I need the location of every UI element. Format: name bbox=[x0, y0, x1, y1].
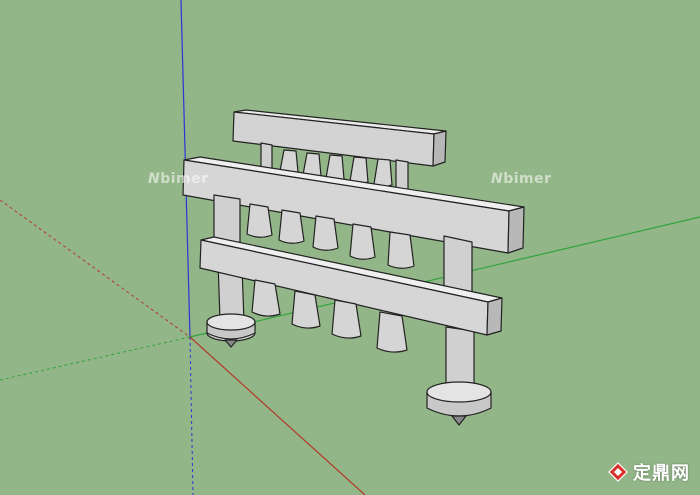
red-axis bbox=[189, 336, 366, 495]
green-axis-negative bbox=[0, 336, 191, 381]
left-base bbox=[206, 313, 256, 348]
red-axis-negative bbox=[0, 199, 191, 338]
blue-axis-negative bbox=[189, 336, 194, 495]
brand-logo: 定鼎网 bbox=[607, 459, 690, 485]
zhulong-logo-icon bbox=[608, 462, 628, 482]
watermark: Nbimer bbox=[148, 171, 209, 187]
sketchup-viewport[interactable]: Nbimer Nbimer 定鼎网 bbox=[0, 0, 700, 495]
brand-text: 定鼎网 bbox=[633, 463, 690, 484]
model-scene bbox=[0, 0, 700, 495]
watermark: Nbimer bbox=[491, 171, 552, 187]
right-base bbox=[426, 381, 492, 426]
